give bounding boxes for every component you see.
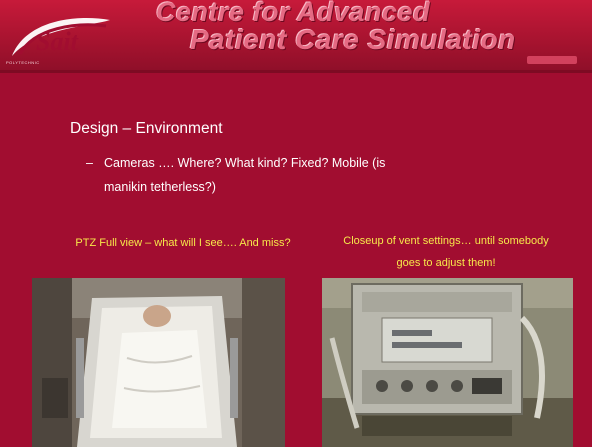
- bullet-marker: –: [86, 156, 93, 170]
- left-photo-caption: PTZ Full view – what will I see…. And mi…: [75, 237, 291, 249]
- logo-subtext: POLYTECHNIC: [6, 60, 40, 65]
- banner-divider: [0, 70, 592, 73]
- ventilator-photo: [322, 278, 573, 447]
- right-photo-caption: Closeup of vent settings… until somebody…: [343, 235, 549, 269]
- banner-title-line2: Patient Care Simulation: [190, 24, 516, 55]
- patient-bed-photo: [32, 278, 285, 447]
- svg-text:Sait: Sait: [36, 27, 79, 56]
- banner-tag: [527, 56, 577, 64]
- sait-logo: Sait: [12, 17, 110, 56]
- bullet-text: Cameras …. Where? What kind? Fixed? Mobi…: [104, 156, 386, 194]
- slide-title: Design – Environment: [70, 120, 223, 137]
- slide: Sait POLYTECHNIC Centre for Advanced Pat…: [0, 0, 592, 447]
- header-banner: Sait POLYTECHNIC Centre for Advanced Pat…: [0, 0, 592, 70]
